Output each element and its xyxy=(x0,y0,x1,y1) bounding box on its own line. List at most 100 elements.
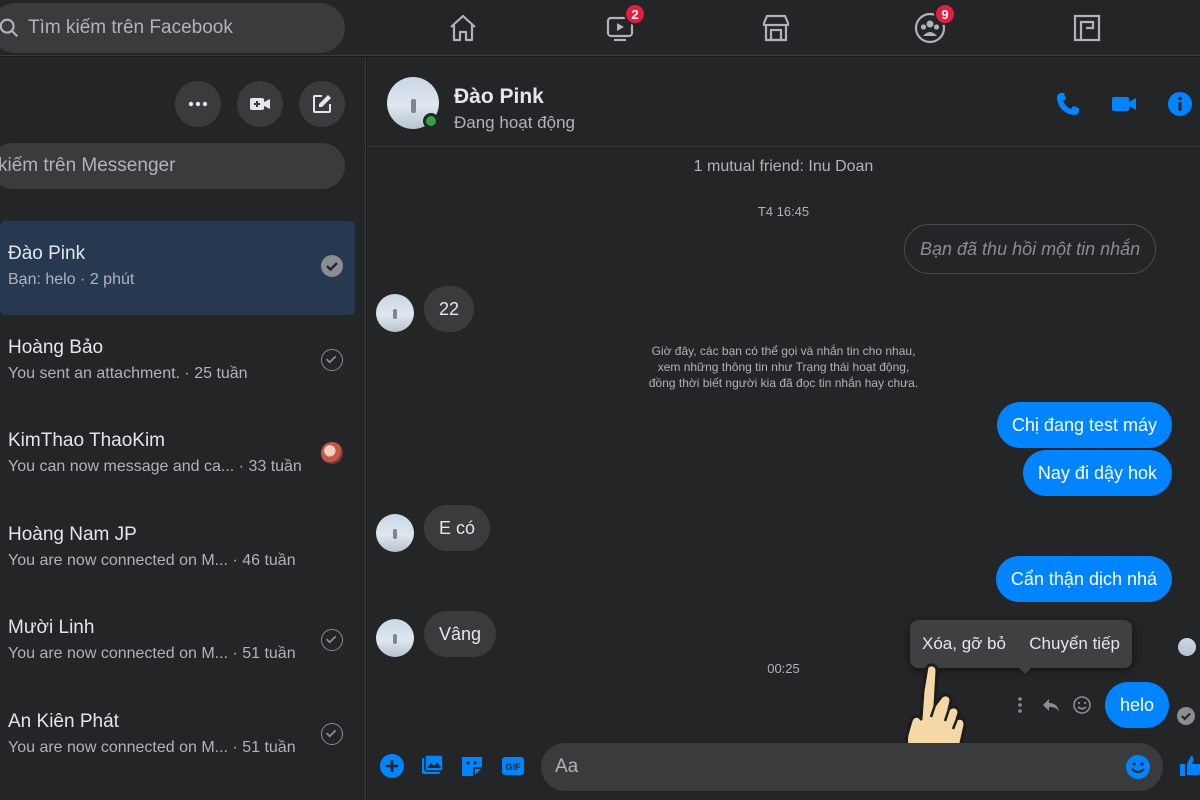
new-room-button[interactable] xyxy=(237,81,283,127)
online-status-dot xyxy=(423,113,439,129)
thumbs-up-icon xyxy=(1180,756,1200,776)
top-navigation-bar: Tìm kiếm trên Facebook 2 9 xyxy=(0,0,1200,56)
conversation-list: Đào Pink Bạn: helo · 2 phút Hoàng Bảo Yo… xyxy=(0,221,366,782)
conversation-item-an-kien-phat[interactable]: An Kiên Phát You are now connected on M.… xyxy=(0,689,355,783)
conversation-item-muoi-linh[interactable]: Mười Linh You are now connected on M... … xyxy=(0,595,355,689)
nav-marketplace[interactable] xyxy=(756,9,796,47)
compose-icon xyxy=(313,95,331,113)
sent-check-icon xyxy=(321,348,343,371)
search-icon xyxy=(0,18,19,38)
contact-active-status: Đang hoạt động xyxy=(454,113,575,132)
timestamp: T4 16:45 xyxy=(757,204,810,219)
incoming-message-bubble[interactable]: Vâng xyxy=(424,611,497,657)
groups-badge: 9 xyxy=(934,3,956,25)
conversation-name: KimThao ThaoKim xyxy=(8,430,165,451)
conversation-name: Hoàng Bảo xyxy=(8,336,104,358)
marketplace-icon xyxy=(762,14,790,42)
connection-notice-line: đồng thời biết người kia đã đọc tin nhắn… xyxy=(648,376,919,390)
info-icon xyxy=(1168,92,1192,116)
new-message-button[interactable] xyxy=(299,81,345,127)
outgoing-message-bubble[interactable]: Nay đi dậy hok xyxy=(1022,450,1172,496)
conversation-preview: You are now connected on M... · 46 tuần xyxy=(8,551,296,569)
conversation-preview: You are now connected on M... · 51 tuần xyxy=(8,645,296,662)
smiley-icon xyxy=(1073,696,1091,714)
conversation-name: Hoàng Nam JP xyxy=(8,523,137,545)
forward-option[interactable]: Chuyển tiếp xyxy=(1029,634,1120,654)
conversation-item-hoang-nam[interactable]: Hoàng Nam JP You are now connected on M.… xyxy=(0,502,355,596)
sent-check-icon xyxy=(321,629,343,651)
more-icon xyxy=(188,101,208,107)
sticker-button[interactable] xyxy=(458,752,486,780)
seen-check-icon xyxy=(1177,707,1195,725)
message-input-placeholder: Aa xyxy=(555,756,579,777)
unsent-message-bubble[interactable]: Bạn đã thu hồi một tin nhắn xyxy=(904,224,1157,274)
delete-remove-option[interactable]: Xóa, gỡ bỏ xyxy=(922,634,1006,654)
conversation-item-dao-pink[interactable]: Đào Pink Bạn: helo · 2 phút xyxy=(0,221,355,315)
conversation-preview: You sent an attachment. · 25 tuần xyxy=(8,364,248,382)
outgoing-message-bubble[interactable]: Cẩn thận dịch nhá xyxy=(995,556,1172,602)
chat-panel: Đào Pink Đang hoạt động 1 mutual friend:… xyxy=(367,57,1200,800)
conversation-info-button[interactable] xyxy=(1165,89,1195,119)
contact-avatar-small xyxy=(376,514,414,552)
facebook-search-input[interactable]: Tìm kiếm trên Facebook xyxy=(0,3,345,53)
contact-avatar-small xyxy=(376,619,414,657)
seen-check-icon xyxy=(321,255,343,277)
video-call-button[interactable] xyxy=(1109,89,1139,119)
chats-sidebar: kiếm trên Messenger Đào Pink Bạn: helo ·… xyxy=(0,57,366,800)
connection-notice: Giờ đây, các bạn có thể gọi và nhắn tin … xyxy=(367,343,1200,391)
video-camera-icon xyxy=(1112,97,1136,111)
incoming-message-bubble[interactable]: 22 xyxy=(424,286,475,332)
incoming-message-bubble[interactable]: E có xyxy=(424,505,491,551)
seen-avatar xyxy=(321,442,343,464)
gif-icon: GIF xyxy=(502,757,524,775)
new-room-icon xyxy=(250,98,270,110)
send-like-button[interactable] xyxy=(1177,752,1200,780)
plus-circle-icon xyxy=(380,754,404,778)
gaming-icon xyxy=(1073,14,1101,42)
messenger-search-placeholder: kiếm trên Messenger xyxy=(0,155,176,176)
outgoing-message-bubble[interactable]: Chị đang test máy xyxy=(996,402,1172,448)
contact-avatar-small xyxy=(376,294,414,332)
nav-gaming[interactable] xyxy=(1067,9,1107,47)
conversation-preview: You can now message and ca... · 33 tuần xyxy=(8,458,302,475)
nav-groups[interactable]: 9 xyxy=(910,3,956,47)
attach-image-button[interactable] xyxy=(418,752,446,780)
nav-watch[interactable]: 2 xyxy=(600,3,646,47)
reply-icon xyxy=(1043,699,1059,712)
watch-badge: 2 xyxy=(624,3,646,25)
chat-header: Đào Pink Đang hoạt động xyxy=(367,57,1200,147)
conversation-item-kimthao[interactable]: KimThao ThaoKim You can now message and … xyxy=(0,408,355,502)
sticker-icon xyxy=(462,757,482,776)
image-icon xyxy=(422,754,444,774)
conversation-name: Đào Pink xyxy=(8,243,86,264)
react-button[interactable] xyxy=(1070,693,1094,717)
conversation-preview: You are now connected on M... · 51 tuần xyxy=(8,738,296,756)
seen-avatar xyxy=(1178,638,1196,656)
voice-call-button[interactable] xyxy=(1053,89,1083,119)
svg-text:GIF: GIF xyxy=(506,762,522,772)
conversation-item-hoang-bao[interactable]: Hoàng Bảo You sent an attachment. · 25 t… xyxy=(0,315,355,409)
connection-notice-line: Giờ đây, các bạn có thể gọi và nhắn tin … xyxy=(651,344,916,358)
messenger-search-input[interactable]: kiếm trên Messenger xyxy=(0,143,345,189)
more-actions-button[interactable] xyxy=(1008,693,1032,717)
more-options-button[interactable] xyxy=(175,81,221,127)
tooltip-arrow xyxy=(1017,666,1033,674)
conversation-preview: Bạn: helo · 2 phút xyxy=(8,271,135,288)
outgoing-message-bubble[interactable]: helo xyxy=(1105,682,1170,728)
home-icon xyxy=(450,14,476,42)
sent-check-icon xyxy=(321,722,343,745)
gif-button[interactable]: GIF xyxy=(499,752,527,780)
contact-name[interactable]: Đào Pink xyxy=(454,85,544,109)
emoji-icon[interactable] xyxy=(1125,754,1151,780)
conversation-name: An Kiên Phát xyxy=(8,710,119,732)
facebook-search-placeholder: Tìm kiếm trên Facebook xyxy=(28,17,233,38)
phone-icon xyxy=(1057,93,1079,115)
message-input[interactable]: Aa xyxy=(541,743,1163,791)
vertical-dots-icon xyxy=(1018,697,1022,713)
more-attachments-button[interactable] xyxy=(378,752,406,780)
conversation-name: Mười Linh xyxy=(8,617,95,638)
reply-button[interactable] xyxy=(1039,693,1063,717)
connection-notice-line: xem những thông tin như Trạng thái hoạt … xyxy=(657,360,910,374)
mutual-friend-info: 1 mutual friend: Inu Doan xyxy=(693,158,874,175)
nav-home[interactable] xyxy=(443,9,483,47)
